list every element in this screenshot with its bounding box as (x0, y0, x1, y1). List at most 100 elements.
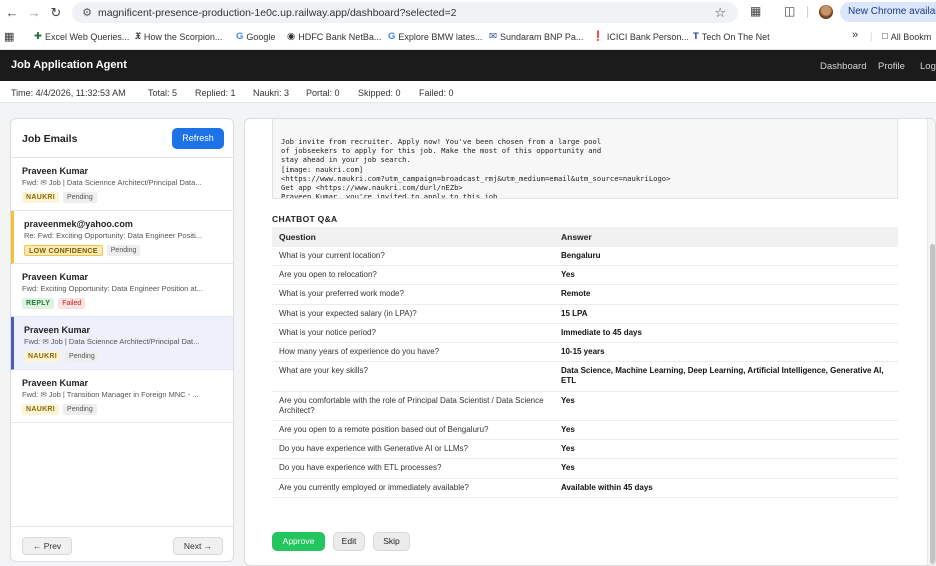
bookmark-label: How the Scorpion... (143, 31, 223, 42)
email-detail-panel: Job invite from recruiter. Apply now! Yo… (244, 118, 936, 566)
bookmark-item[interactable]: G Google (236, 31, 275, 42)
qa-row: Do you have experience with ETL processe… (272, 458, 898, 479)
email-list-item[interactable]: praveenmek@yahoo.com Re: Fwd: Exciting O… (11, 211, 233, 264)
nav-log[interactable]: Log (920, 61, 936, 72)
nav-profile[interactable]: Profile (878, 61, 905, 72)
email-list-item[interactable]: Praveen Kumar Fwd: Exciting Opportunity:… (11, 264, 233, 317)
scrollbar-thumb[interactable] (930, 244, 935, 564)
apps-grid-icon[interactable]: ▦ (4, 30, 14, 43)
qa-answer: Immediate to 45 days (554, 323, 898, 344)
status-total: Total: 5 (148, 88, 178, 98)
extensions-icon[interactable]: ▦ (750, 4, 761, 18)
email-subject: Fwd: Exciting Opportunity: Data Engineer… (22, 284, 203, 293)
status-badge: Pending (63, 404, 97, 415)
bookmark-label: Tech On The Net (701, 31, 770, 42)
bookmark-label: ICICI Bank Person... (606, 31, 689, 42)
more-bookmarks-icon[interactable]: » (852, 29, 858, 41)
email-list-item[interactable]: Praveen Kumar Fwd: ✉ Job | Transition Ma… (11, 370, 233, 423)
profile-avatar[interactable] (819, 5, 833, 19)
status-portal: Portal: 0 (306, 88, 340, 98)
qa-row: Are you comfortable with the role of Pri… (272, 391, 898, 422)
all-bookmarks[interactable]: □ All Bookm (882, 31, 931, 42)
bookmark-item[interactable]: T Tech On The Net (693, 31, 770, 42)
toolbar-divider: | (806, 4, 810, 18)
qa-row: Are you open to relocation? Yes (272, 265, 898, 286)
email-sender: Praveen Kumar (22, 272, 89, 282)
refresh-button[interactable]: Refresh (172, 128, 224, 149)
qa-answer: Yes (554, 265, 898, 286)
qa-answer-header: Answer (554, 227, 898, 247)
qa-answer: Yes (554, 439, 898, 460)
chrome-update-button[interactable]: New Chrome available (840, 2, 936, 22)
reload-icon[interactable]: ↻ (44, 0, 68, 25)
qa-table: Question Answer What is your current loc… (272, 227, 898, 498)
tab-search-icon[interactable]: ◫ (784, 4, 795, 18)
status-badge: Failed (58, 298, 86, 309)
email-sender: praveenmek@yahoo.com (24, 219, 133, 229)
address-bar[interactable]: ⚙ magnificent-presence-production-1e0c.u… (72, 2, 738, 23)
qa-answer: 10-15 years (554, 342, 898, 363)
edit-button[interactable]: Edit (333, 532, 365, 551)
status-naukri: Naukri: 3 (253, 88, 290, 98)
qa-question: Are you open to a remote position based … (272, 420, 554, 441)
qa-question: Are you comfortable with the role of Pri… (272, 391, 554, 422)
folder-icon: □ (882, 31, 888, 42)
icici-icon: ❗ (592, 31, 604, 42)
bookmark-item[interactable]: ❗ ICICI Bank Person... (592, 31, 689, 42)
skip-button[interactable]: Skip (373, 532, 410, 551)
pagination: ← Prev Next → (11, 526, 233, 561)
email-body: Job invite from recruiter. Apply now! Yo… (272, 119, 898, 199)
forward-icon[interactable]: → (22, 0, 46, 25)
nav-dashboard[interactable]: Dashboard (820, 61, 866, 72)
email-list-item-selected[interactable]: Praveen Kumar Fwd: ✉ Job | Data Sciennce… (11, 317, 233, 370)
main-content: Job Emails Refresh Praveen Kumar Fwd: ✉ … (0, 103, 936, 566)
bookmark-label: Sundaram BNP Pa... (499, 31, 584, 42)
type-badge: REPLY (22, 298, 55, 309)
qa-row: Are you open to a remote position based … (272, 420, 898, 441)
mail-icon: ✉ (489, 31, 497, 42)
action-buttons: Approve Edit Skip (272, 532, 410, 551)
email-subject: Fwd: ✉ Job | Transition Manager in Forei… (22, 390, 199, 399)
all-bookmarks-label: All Bookm (890, 31, 932, 42)
bookmark-item[interactable]: G Explore BMW lates... (388, 31, 482, 42)
back-icon[interactable]: ← (0, 0, 24, 25)
qa-answer: 15 LPA (554, 304, 898, 324)
bookmark-item[interactable]: ✚ Excel Web Queries... (34, 31, 129, 42)
status-bar: Time: 4/4/2026, 11:32:53 AM Total: 5 Rep… (0, 81, 936, 103)
status-failed: Failed: 0 (419, 88, 454, 98)
app-header: Job Application Agent Dashboard Profile … (0, 50, 936, 81)
site-settings-icon[interactable]: ⚙ (76, 6, 98, 19)
email-list-header: Job Emails Refresh (11, 119, 233, 158)
bookmark-item[interactable]: ✉ Sundaram BNP Pa... (489, 31, 583, 42)
email-subject: Re: Fwd: Exciting Opportunity: Data Engi… (24, 231, 202, 240)
app-title: Job Application Agent (11, 59, 127, 71)
approve-button[interactable]: Approve (272, 532, 325, 551)
qa-answer: Yes (554, 420, 898, 441)
qa-question: Do you have experience with ETL processe… (272, 458, 554, 479)
bookmark-item[interactable]: ◉ HDFC Bank NetBa... (287, 31, 381, 42)
bookmark-star-icon[interactable]: ☆ (714, 5, 726, 21)
status-badge: Pending (65, 351, 99, 362)
status-skipped: Skipped: 0 (358, 88, 401, 98)
qa-section-title: CHATBOT Q&A (272, 214, 338, 224)
excel-icon: ✚ (34, 31, 42, 42)
qa-row: What is your notice period? Immediate to … (272, 323, 898, 344)
qa-row: What are your key skills? Data Science, M… (272, 361, 898, 392)
toolbar-divider: | (870, 31, 873, 41)
bookmark-label: Explore BMW lates... (398, 31, 483, 42)
bookmark-label: Excel Web Queries... (44, 31, 130, 42)
bookmark-item[interactable]: 𝔛 How the Scorpion... (135, 31, 222, 42)
email-list-item[interactable]: Praveen Kumar Fwd: ✉ Job | Data Sciennce… (11, 158, 233, 211)
email-sender: Praveen Kumar (24, 325, 91, 335)
scrollbar[interactable] (927, 119, 935, 565)
qa-question: What is your current location? (272, 247, 554, 267)
prev-button[interactable]: ← Prev (22, 537, 72, 555)
google-icon: G (236, 31, 244, 42)
email-list-panel: Job Emails Refresh Praveen Kumar Fwd: ✉ … (10, 118, 234, 562)
email-sender: Praveen Kumar (22, 166, 89, 176)
status-badge: Pending (106, 245, 141, 256)
bookmark-label: Google (246, 31, 276, 42)
url-text[interactable]: magnificent-presence-production-1e0c.up.… (98, 7, 457, 19)
next-button[interactable]: Next → (173, 537, 223, 555)
qa-answer: Yes (554, 458, 898, 479)
